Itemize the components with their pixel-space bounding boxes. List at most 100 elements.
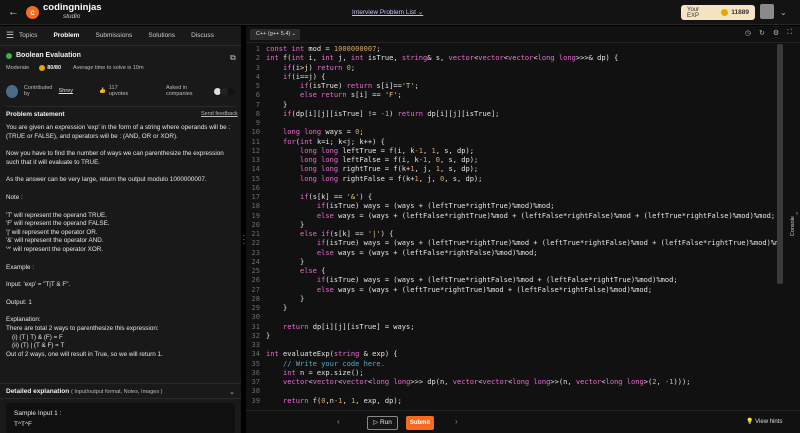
menu-icon[interactable]: ☰ <box>6 30 16 41</box>
top-bar: ← c codingninjas studio Interview Proble… <box>0 0 800 25</box>
contributor-row: Contributed by Shrey 👍 117 upvotes Asked… <box>6 84 236 98</box>
description-line: '^' will represent the operator XOR. <box>6 245 104 253</box>
editor-scrollbar[interactable] <box>777 44 783 284</box>
description-line: 'F' will represent the operand FALSE. <box>6 220 110 228</box>
line-number: 18 <box>251 201 261 211</box>
tab-problem[interactable]: Problem <box>45 32 87 39</box>
chevron-down-icon: ⌄ <box>229 389 235 396</box>
line-number: 35 <box>251 358 261 368</box>
upvote-icon[interactable]: 👍 <box>99 88 106 94</box>
tab-discuss[interactable]: Discuss <box>183 32 222 39</box>
description-line: Example : <box>6 263 34 271</box>
line-number: 8 <box>255 108 260 118</box>
line-number: 12 <box>251 145 261 155</box>
line-number: 29 <box>251 303 261 312</box>
user-avatar[interactable] <box>760 4 774 19</box>
code-text[interactable]: const int mod = 1000000007; int f(int i,… <box>266 44 781 405</box>
line-number: 21 <box>251 229 261 238</box>
line-number: 38 <box>251 386 261 396</box>
line-number: 4 <box>255 71 260 81</box>
chevron-right-icon[interactable]: › <box>455 417 458 426</box>
line-number: 6 <box>255 90 260 100</box>
interview-problem-list-link[interactable]: Interview Problem List ⌄ <box>352 8 423 16</box>
line-number: 9 <box>255 118 260 127</box>
sample-label: Sample Input 1 : <box>14 410 62 417</box>
line-number: 17 <box>251 192 261 201</box>
line-number: 13 <box>251 155 261 164</box>
language-select[interactable]: C++ (g++ 5.4) ⌄ <box>250 29 300 40</box>
detailed-subtitle: ( Input/output format, Notes, Images ) <box>71 389 163 395</box>
run-button[interactable]: ▷ Run <box>367 416 398 430</box>
line-number: 28 <box>251 293 261 303</box>
score: 80/80 <box>47 65 62 71</box>
settings-icon[interactable]: ⚙ <box>773 29 779 37</box>
company-logo-icon <box>227 86 236 96</box>
description-line: '|' will represent the operator OR. <box>6 228 98 236</box>
tab-submissions[interactable]: Submissions <box>87 32 140 39</box>
description-line <box>6 185 238 194</box>
description-line <box>6 141 238 150</box>
line-number: 7 <box>255 99 260 109</box>
description-line: (ii) (T) | (T & F) = T <box>12 342 65 350</box>
console-toggle[interactable]: Console <box>790 216 800 236</box>
description-line <box>6 203 238 212</box>
sample-value: T^T^F <box>14 421 33 428</box>
line-number: 3 <box>255 62 260 72</box>
tab-topics[interactable]: Topics <box>19 32 45 39</box>
description-line <box>6 290 238 299</box>
editor-toolbar: C++ (g++ 5.4) ⌄ ◷ ↻ ⚙ ⛶ <box>246 26 800 43</box>
detailed-title: Detailed explanation <box>6 388 70 395</box>
timer-icon[interactable]: ◷ <box>745 29 751 37</box>
score-coin-icon <box>39 65 46 71</box>
view-hints-button[interactable]: 💡 View hints <box>746 418 782 425</box>
line-number: 11 <box>251 136 261 146</box>
divider <box>6 106 236 107</box>
description-line: As the answer can be very large, return … <box>6 176 207 184</box>
line-number: 39 <box>251 395 261 405</box>
line-number: 25 <box>251 266 261 275</box>
average-time: Average time to solve is 10m <box>73 65 144 71</box>
solved-check-icon <box>6 52 12 59</box>
problem-tabs: ☰ Topics Problem Submissions Solutions D… <box>0 26 241 46</box>
description-line: Now you have to find the number of ways … <box>6 150 224 166</box>
line-number: 15 <box>251 173 261 183</box>
share-icon[interactable]: ⧉ <box>230 53 236 63</box>
fullscreen-icon[interactable]: ⛶ <box>787 29 792 37</box>
exp-badge[interactable]: Your EXP 11889 <box>681 5 755 20</box>
contributor-avatar <box>6 84 18 98</box>
reset-icon[interactable]: ↻ <box>759 29 765 37</box>
description-line <box>6 307 238 316</box>
detailed-explanation-toggle[interactable]: Detailed explanation ( Input/output form… <box>0 383 241 399</box>
problem-title: Boolean Evaluation <box>6 52 81 59</box>
send-feedback-link[interactable]: Send feedback <box>201 111 238 117</box>
line-number: 37 <box>251 377 261 386</box>
line-number: 33 <box>251 340 261 349</box>
asked-in-label: Asked in companies <box>165 85 193 97</box>
line-number: 31 <box>251 321 261 331</box>
company-badges[interactable] <box>213 86 236 96</box>
line-number: 10 <box>251 127 261 137</box>
description-line: Note : <box>6 193 23 201</box>
line-number: 20 <box>251 219 261 229</box>
line-number: 14 <box>251 164 261 174</box>
submit-button[interactable]: Submit <box>406 416 434 430</box>
description-line: '&' will represent the operator AND. <box>6 237 104 245</box>
logo[interactable]: c codingninjas studio <box>26 3 102 21</box>
description-line: You are given an expression 'exp' in the… <box>6 124 231 140</box>
contributed-by-label: Contributed by <box>23 85 53 97</box>
editor-bottom-bar: ‹ ▷ Run Submit › 💡 View hints <box>246 410 800 433</box>
description-line <box>6 167 238 176</box>
description-line: Input: 'exp’ = "T|T & F". <box>6 281 71 289</box>
chevron-down-icon[interactable]: ⌄ <box>780 8 787 17</box>
upvotes: 117 upvotes <box>108 85 129 97</box>
description-line: Out of 2 ways, one will result in True, … <box>6 350 163 358</box>
tab-solutions[interactable]: Solutions <box>140 32 183 39</box>
description-line: Explanation: <box>6 316 41 324</box>
code-editor[interactable]: 1 2 3 4 5 6 7 8 9 10 11 12 13 14 15 16 17 18 19 20 21 22 23 24 2… <box>246 44 782 409</box>
description-line: 'T' will represent the operand TRUE. <box>6 211 107 219</box>
back-arrow-icon[interactable]: ← <box>8 6 20 18</box>
line-numbers: 1 2 3 4 5 6 7 8 9 10 11 12 13 14 15 16 17 18 19 20 21 22 23 24 2… <box>246 44 261 405</box>
chevron-left-icon[interactable]: ‹ <box>337 417 340 426</box>
line-number: 1 <box>255 44 260 53</box>
author-link[interactable]: Shrey <box>59 88 73 94</box>
